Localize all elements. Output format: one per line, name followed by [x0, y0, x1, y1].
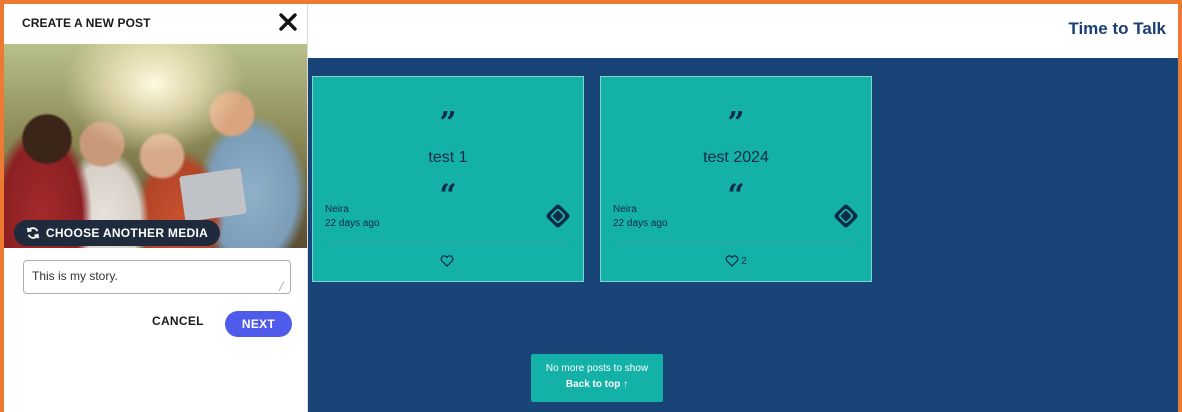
- post-card[interactable]: ” test 1 “ Neira 22 days ago: [312, 76, 584, 282]
- end-of-feed-notice: No more posts to show Back to top ↑: [531, 354, 663, 402]
- diamond-badge-icon[interactable]: [833, 203, 859, 229]
- resize-handle-icon[interactable]: ╱: [279, 282, 284, 291]
- panel-title: CREATE A NEW POST: [22, 16, 151, 30]
- app-frame: CREATE A NEW POST CHOOSE ANOTHER MEDIA T…: [0, 0, 1182, 412]
- laptop-shape: [179, 167, 247, 223]
- app-title[interactable]: Time to Talk: [1068, 19, 1166, 39]
- heart-icon: [440, 255, 454, 267]
- post-text: test 2024: [703, 149, 769, 166]
- top-header: Time to Talk: [308, 4, 1178, 58]
- like-count: 2: [741, 255, 747, 267]
- post-time: 22 days ago: [613, 218, 668, 229]
- post-meta: Neira 22 days ago: [325, 203, 380, 231]
- back-to-top-link[interactable]: Back to top ↑: [531, 379, 663, 390]
- diamond-badge-icon[interactable]: [545, 203, 571, 229]
- close-icon[interactable]: [276, 10, 300, 34]
- close-quote-icon: ”: [727, 106, 745, 141]
- refresh-icon: [26, 227, 39, 239]
- post-card[interactable]: ” test 2024 “ Neira 22 days ago 2: [600, 76, 872, 282]
- cancel-button[interactable]: CANCEL: [152, 314, 204, 328]
- choose-another-media-button[interactable]: CHOOSE ANOTHER MEDIA: [14, 220, 220, 246]
- story-input[interactable]: This is my story.: [23, 260, 291, 294]
- create-post-panel: CREATE A NEW POST CHOOSE ANOTHER MEDIA T…: [4, 4, 308, 412]
- like-button[interactable]: 2: [601, 255, 871, 267]
- post-text: test 1: [428, 149, 468, 166]
- card-divider: [613, 243, 859, 244]
- like-button[interactable]: [313, 255, 583, 267]
- post-author: Neira: [613, 204, 637, 215]
- heart-icon: [725, 255, 739, 267]
- post-author: Neira: [325, 204, 349, 215]
- choose-media-label: CHOOSE ANOTHER MEDIA: [45, 226, 209, 240]
- next-button[interactable]: NEXT: [225, 311, 292, 337]
- close-quote-icon: ”: [439, 106, 457, 141]
- post-media-image: CHOOSE ANOTHER MEDIA: [4, 44, 307, 248]
- post-time: 22 days ago: [325, 218, 380, 229]
- post-meta: Neira 22 days ago: [613, 203, 668, 231]
- card-divider: [325, 243, 571, 244]
- posts-feed: ” test 1 “ Neira 22 days ago ” test 2024: [308, 58, 1178, 412]
- no-more-posts-text: No more posts to show: [545, 363, 649, 374]
